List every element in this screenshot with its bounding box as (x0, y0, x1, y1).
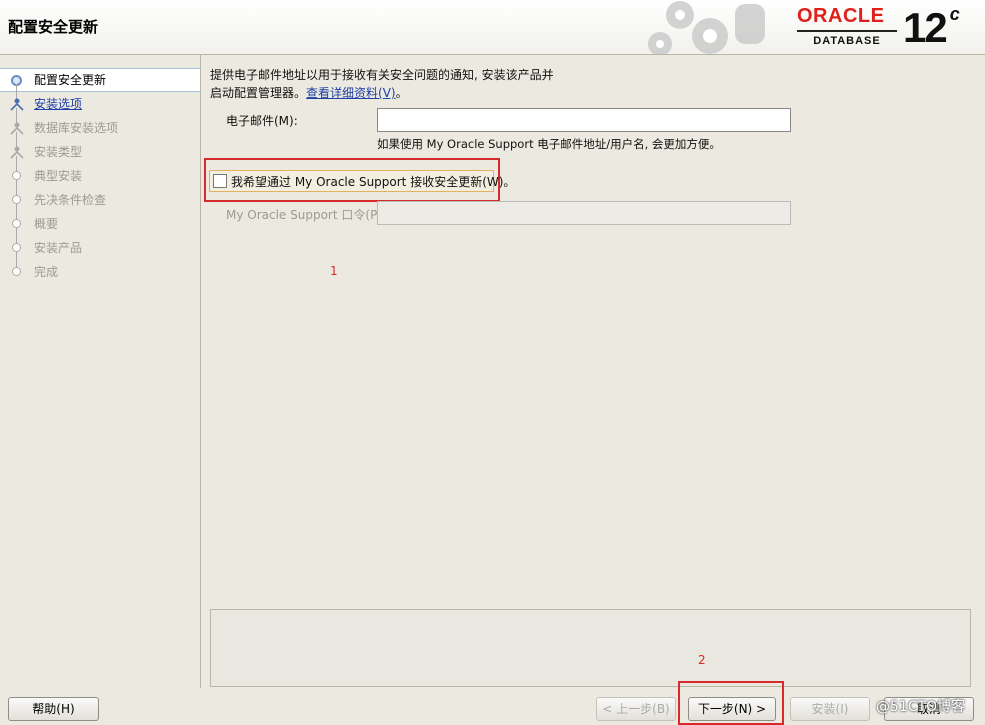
step-label: 数据库安装选项 (34, 121, 119, 135)
step-item[interactable]: 配置安全更新 (0, 68, 200, 92)
oracle-logo: ORACLE DATABASE (797, 6, 897, 50)
step-connector (16, 180, 17, 195)
step-item: 安装产品 (0, 228, 200, 260)
security-updates-label[interactable]: 我希望通过 My Oracle Support 接收安全更新(W)。 (231, 173, 515, 190)
step-node-icon (12, 243, 21, 252)
step-person-icon (10, 146, 24, 159)
step-person-icon (10, 122, 24, 135)
step-node-icon (12, 219, 21, 228)
password-field[interactable] (377, 201, 791, 225)
version-badge: 12 c (903, 4, 960, 52)
step-label: 先决条件检查 (34, 193, 107, 207)
step-node-icon (12, 195, 21, 204)
email-hint: 如果使用 My Oracle Support 电子邮件地址/用户名, 会更加方便… (377, 137, 721, 151)
password-label: My Oracle Support 口令(P): (226, 208, 387, 222)
button-bar: 帮助(H) < 上一步(B) 下一步(N) > 安装(I) 取消 (0, 688, 985, 725)
description-prefix: 启动配置管理器。 (210, 86, 307, 100)
step-label: 安装产品 (34, 241, 83, 255)
step-label: 安装类型 (34, 145, 83, 159)
message-area (210, 609, 971, 687)
gears-decoration-icon (648, 1, 765, 54)
step-connector (16, 156, 17, 171)
step-item: 安装类型 (0, 132, 200, 164)
database-wordmark: DATABASE (797, 30, 897, 47)
step-node-icon (12, 267, 21, 276)
email-label: 电子邮件(M): (226, 114, 298, 128)
step-item: 典型安装 (0, 156, 200, 188)
details-link[interactable]: 查看详细资料(V) (306, 86, 396, 100)
watermark: @51CTO博客 (876, 699, 966, 715)
step-item: 概要 (0, 204, 200, 236)
back-button[interactable]: < 上一步(B) (596, 697, 676, 721)
email-field[interactable] (377, 108, 791, 132)
install-button[interactable]: 安装(I) (790, 697, 870, 721)
step-item: 完成 (0, 252, 200, 284)
security-updates-option[interactable]: 我希望通过 My Oracle Support 接收安全更新(W)。 (209, 170, 515, 192)
description-line-2: 启动配置管理器。查看详细资料(V)。 (210, 84, 554, 102)
description-suffix: 。 (395, 86, 408, 100)
step-label: 概要 (34, 217, 59, 231)
version-suffix: c (949, 4, 960, 24)
step-connector (16, 204, 17, 219)
step-label: 安装选项 (34, 97, 83, 111)
steps-sidebar: 配置安全更新 安装选项数据库安装选项 安装类型典型安装先决条件检查 概要安装产品完成 (0, 54, 201, 688)
step-item: 数据库安装选项 (0, 108, 200, 140)
version-number: 12 (903, 4, 948, 51)
step-person-icon (10, 98, 24, 111)
description-line-1: 提供电子邮件地址以用于接收有关安全问题的通知, 安装该产品并 (210, 68, 554, 82)
help-button[interactable]: 帮助(H) (8, 697, 99, 721)
annotation-number-1: 1 (330, 264, 338, 278)
oracle-brand: ORACLE (797, 5, 885, 27)
annotation-number-2: 2 (698, 653, 706, 667)
step-node-icon (12, 171, 21, 180)
page-title: 配置安全更新 (8, 18, 99, 36)
step-item[interactable]: 安装选项 (0, 84, 200, 116)
description: 提供电子邮件地址以用于接收有关安全问题的通知, 安装该产品并 启动配置管理器。查… (210, 66, 554, 102)
step-connector (16, 228, 17, 243)
step-label: 配置安全更新 (34, 73, 107, 87)
step-item: 先决条件检查 (0, 180, 200, 212)
step-list: 配置安全更新 安装选项数据库安装选项 安装类型典型安装先决条件检查 概要安装产品完成 (0, 68, 200, 284)
header-banner: 配置安全更新 ORACLE DATABASE 12 c (0, 0, 985, 55)
main-content: 提供电子邮件地址以用于接收有关安全问题的通知, 安装该产品并 启动配置管理器。查… (201, 54, 985, 688)
step-label: 典型安装 (34, 169, 83, 183)
security-updates-checkbox[interactable] (213, 174, 227, 188)
annotation-highlight-box-2 (678, 681, 784, 725)
step-connector (16, 252, 17, 267)
step-label: 完成 (34, 265, 59, 279)
